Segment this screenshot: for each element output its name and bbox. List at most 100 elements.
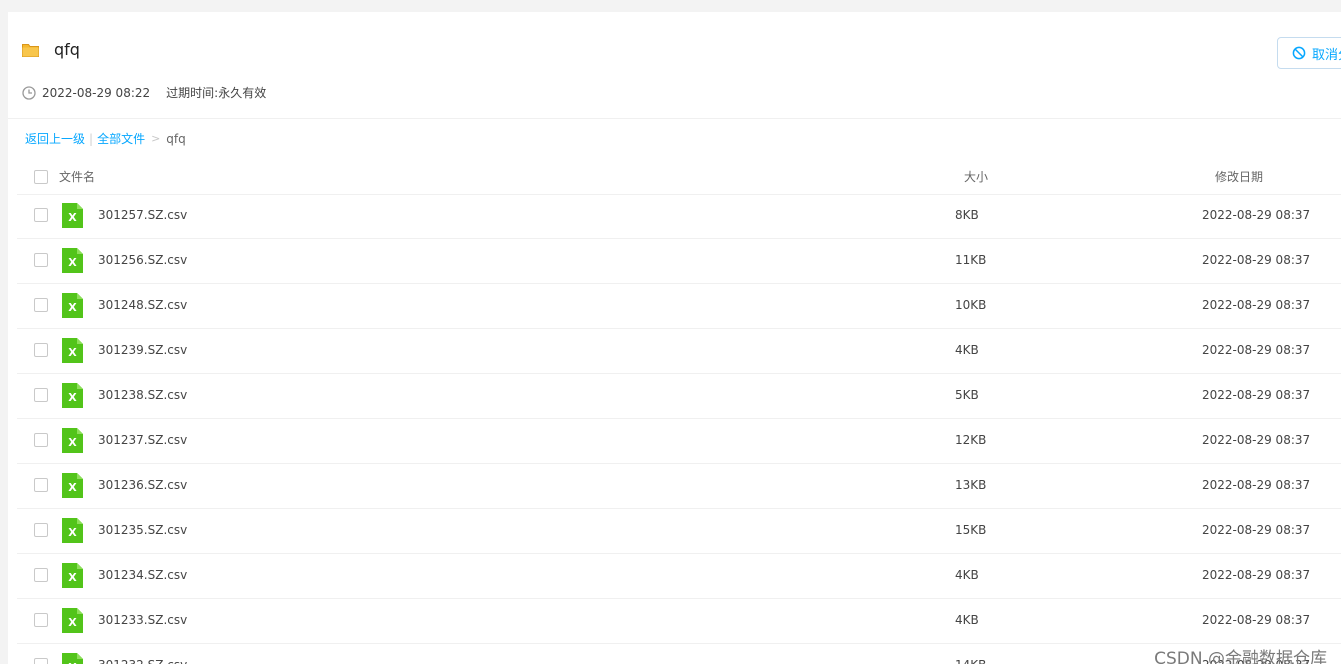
file-size: 4KB [955, 343, 979, 357]
file-size: 14KB [955, 658, 986, 664]
file-name[interactable]: 301248.SZ.csv [98, 298, 187, 312]
share-header: qfq 2022-08-29 08:22 过期时间:永久有效 取消分享 [8, 12, 1341, 119]
file-size: 11KB [955, 253, 987, 267]
file-checkbox[interactable] [34, 208, 48, 222]
breadcrumb-current: qfq [166, 131, 186, 146]
column-header-name[interactable]: 文件名 [59, 168, 95, 185]
svg-text:X: X [68, 616, 77, 629]
file-size: 4KB [955, 613, 979, 627]
file-date: 2022-08-29 08:37 [1202, 433, 1311, 447]
breadcrumb-all-files-link[interactable]: 全部文件 [97, 130, 145, 147]
file-size: 4KB [955, 568, 979, 582]
file-size: 10KB [955, 298, 987, 312]
file-row[interactable]: X 301248.SZ.csv 10KB 2022-08-29 08:37 [17, 284, 1341, 329]
file-name[interactable]: 301233.SZ.csv [98, 613, 187, 627]
breadcrumb-separator: | [89, 131, 94, 146]
file-row[interactable]: X 301239.SZ.csv 4KB 2022-08-29 08:37 [17, 329, 1341, 374]
file-name[interactable]: 301232.SZ.csv [98, 658, 187, 664]
file-size: 13KB [955, 478, 987, 492]
share-title: qfq [54, 40, 80, 59]
excel-file-icon: X [62, 653, 83, 664]
file-checkbox[interactable] [34, 298, 48, 312]
svg-text:X: X [68, 346, 77, 359]
file-name[interactable]: 301235.SZ.csv [98, 523, 187, 537]
excel-file-icon: X [62, 518, 83, 543]
svg-text:X: X [68, 526, 77, 539]
file-name[interactable]: 301237.SZ.csv [98, 433, 187, 447]
file-row[interactable]: X 301232.SZ.csv 14KB 2022-08-29 08:37 [17, 644, 1341, 664]
select-all-checkbox[interactable] [34, 170, 48, 184]
column-header-date[interactable]: 修改日期 [1215, 168, 1263, 185]
file-name[interactable]: 301257.SZ.csv [98, 208, 187, 222]
file-checkbox[interactable] [34, 523, 48, 537]
file-row[interactable]: X 301256.SZ.csv 11KB 2022-08-29 08:37 [17, 239, 1341, 284]
svg-text:X: X [68, 481, 77, 494]
file-date: 2022-08-29 08:37 [1202, 568, 1311, 582]
file-name[interactable]: 301234.SZ.csv [98, 568, 187, 582]
breadcrumb-arrow: > [151, 132, 161, 145]
file-name[interactable]: 301236.SZ.csv [98, 478, 187, 492]
file-list-header: 文件名 大小 修改日期 [17, 157, 1341, 195]
file-row[interactable]: X 301257.SZ.csv 8KB 2022-08-29 08:37 [17, 194, 1341, 239]
folder-icon [22, 44, 39, 57]
file-size: 12KB [955, 433, 987, 447]
excel-file-icon: X [62, 563, 83, 588]
svg-text:X: X [68, 436, 77, 449]
file-row[interactable]: X 301235.SZ.csv 15KB 2022-08-29 08:37 [17, 509, 1341, 554]
file-date: 2022-08-29 08:37 [1202, 523, 1311, 537]
expire-label: 过期时间 [166, 86, 215, 100]
file-size: 5KB [955, 388, 979, 402]
excel-file-icon: X [62, 383, 83, 408]
breadcrumb-back-link[interactable]: 返回上一级 [25, 130, 85, 147]
file-row[interactable]: X 301236.SZ.csv 13KB 2022-08-29 08:37 [17, 464, 1341, 509]
excel-file-icon: X [62, 293, 83, 318]
file-row[interactable]: X 301233.SZ.csv 4KB 2022-08-29 08:37 [17, 599, 1341, 644]
excel-file-icon: X [62, 473, 83, 498]
csdn-watermark: CSDN @金融数据仓库 [1154, 649, 1327, 664]
file-checkbox[interactable] [34, 658, 48, 664]
svg-text:X: X [68, 211, 77, 224]
cancel-share-label: 取消分享 [1312, 47, 1341, 63]
file-checkbox[interactable] [34, 343, 48, 357]
excel-file-icon: X [62, 338, 83, 363]
excel-file-icon: X [62, 428, 83, 453]
created-time: 2022-08-29 08:22 [42, 85, 151, 100]
file-date: 2022-08-29 08:37 [1202, 613, 1311, 627]
svg-text:X: X [68, 301, 77, 314]
file-name[interactable]: 301239.SZ.csv [98, 343, 187, 357]
file-date: 2022-08-29 08:37 [1202, 478, 1311, 492]
file-checkbox[interactable] [34, 478, 48, 492]
file-date: 2022-08-29 08:37 [1202, 208, 1311, 222]
file-name[interactable]: 301238.SZ.csv [98, 388, 187, 402]
file-size: 8KB [955, 208, 979, 222]
expire-value: 永久有效 [218, 86, 267, 100]
file-date: 2022-08-29 08:37 [1202, 388, 1311, 402]
file-checkbox[interactable] [34, 253, 48, 267]
excel-file-icon: X [62, 248, 83, 273]
excel-file-icon: X [62, 203, 83, 228]
file-list: X 301257.SZ.csv 8KB 2022-08-29 08:37 X 3… [17, 194, 1341, 664]
file-checkbox[interactable] [34, 388, 48, 402]
share-panel: qfq 2022-08-29 08:22 过期时间:永久有效 取消分享 返回上一… [8, 12, 1341, 664]
excel-file-icon: X [62, 608, 83, 633]
file-date: 2022-08-29 08:37 [1202, 298, 1311, 312]
file-checkbox[interactable] [34, 613, 48, 627]
column-header-size[interactable]: 大小 [964, 168, 988, 185]
svg-text:X: X [68, 391, 77, 404]
share-meta: 2022-08-29 08:22 过期时间: 永久有效 [22, 84, 266, 101]
file-row[interactable]: X 301238.SZ.csv 5KB 2022-08-29 08:37 [17, 374, 1341, 419]
cancel-share-button[interactable]: 取消分享 [1277, 37, 1341, 69]
file-name[interactable]: 301256.SZ.csv [98, 253, 187, 267]
file-checkbox[interactable] [34, 568, 48, 582]
file-row[interactable]: X 301237.SZ.csv 12KB 2022-08-29 08:37 [17, 419, 1341, 464]
clock-icon [22, 85, 36, 100]
breadcrumb: 返回上一级 | 全部文件 > qfq [25, 130, 186, 147]
file-date: 2022-08-29 08:37 [1202, 253, 1311, 267]
ban-icon [1292, 46, 1306, 60]
svg-text:X: X [68, 571, 77, 584]
file-date: 2022-08-29 08:37 [1202, 343, 1311, 357]
file-row[interactable]: X 301234.SZ.csv 4KB 2022-08-29 08:37 [17, 554, 1341, 599]
svg-text:X: X [68, 256, 77, 269]
file-checkbox[interactable] [34, 433, 48, 447]
file-size: 15KB [955, 523, 987, 537]
